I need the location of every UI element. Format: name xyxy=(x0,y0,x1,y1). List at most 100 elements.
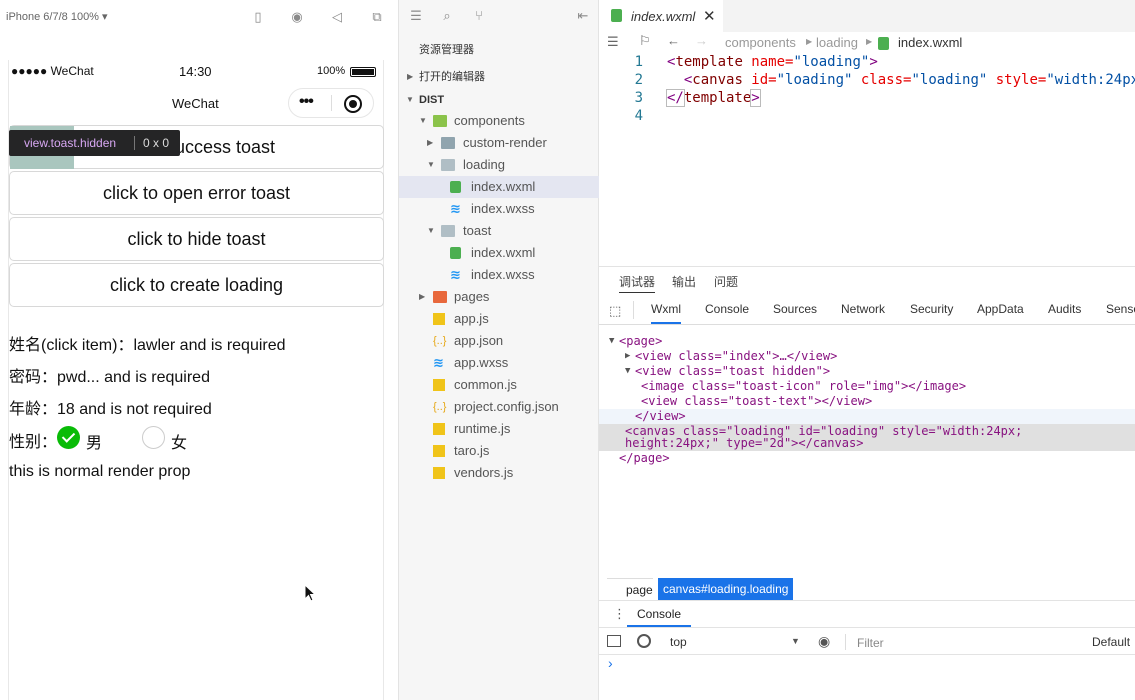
tab-network[interactable]: Network xyxy=(841,302,885,316)
breadcrumb-canvas[interactable]: canvas#loading.loading xyxy=(658,578,794,600)
wxml-file-icon xyxy=(878,37,889,50)
code-editor[interactable]: 1 2 3 4 <template name="loading"> <canva… xyxy=(599,54,1135,266)
breadcrumb-page[interactable]: page xyxy=(607,578,653,600)
status-bar: ●●●●● WeChat 14:30 100% xyxy=(9,64,385,80)
open-editors-section[interactable]: ▶ 打开的编辑器 xyxy=(399,66,599,88)
js-file-icon xyxy=(433,379,445,391)
sound-icon[interactable]: ◁ xyxy=(329,9,345,25)
phone-icon[interactable]: ▯ xyxy=(250,9,266,25)
tree-item[interactable]: ▶ pages xyxy=(399,286,599,308)
branch-icon[interactable]: ⑂ xyxy=(471,8,487,24)
breadcrumb-components[interactable]: components xyxy=(725,35,796,50)
xml-canvas-line2[interactable]: height:24px;" type="2d"></canvas> xyxy=(625,437,863,450)
tree-item[interactable]: runtime.js xyxy=(399,418,599,440)
tab-console[interactable]: Console xyxy=(705,302,749,316)
xml-toast-view[interactable]: <view class="toast hidden"> xyxy=(635,365,830,378)
tab-security[interactable]: Security xyxy=(910,302,953,316)
tab-index-wxml[interactable]: index.wxml ✕ xyxy=(599,0,723,32)
device-selector[interactable]: iPhone 6/7/8 100% ▾ xyxy=(6,10,108,23)
expand-arrow-icon[interactable]: ▼ xyxy=(625,365,630,378)
close-mini-program-icon[interactable] xyxy=(344,95,362,113)
tree-item[interactable]: taro.js xyxy=(399,440,599,462)
tree-item[interactable]: ≋ index.wxss xyxy=(399,264,599,286)
breadcrumb-file[interactable]: index.wxml xyxy=(898,35,962,50)
drawer-menu-icon[interactable]: ⋮ xyxy=(613,606,626,622)
tree-item[interactable]: index.wxml xyxy=(399,242,599,264)
tab-wxml[interactable]: Wxml xyxy=(651,302,681,324)
tab-problems[interactable]: 问题 xyxy=(714,273,738,290)
tab-appdata[interactable]: AppData xyxy=(977,302,1024,316)
inspect-icon[interactable]: ⬚ xyxy=(609,303,621,319)
more-icon[interactable]: ••• xyxy=(299,93,314,111)
tree-item-label: index.wxml xyxy=(471,245,536,260)
breadcrumb-loading[interactable]: loading xyxy=(816,35,858,50)
age-field[interactable]: 年龄：18 and is not required xyxy=(9,395,212,419)
eye-icon[interactable]: ◉ xyxy=(818,633,830,650)
folder-icon xyxy=(433,291,447,303)
tab-sources[interactable]: Sources xyxy=(773,302,817,316)
list-icon[interactable]: ☰ xyxy=(408,8,424,24)
editor-breadcrumb: ☰ ⚐ ← → components ▶ loading ▶ index.wxm… xyxy=(599,32,1135,54)
gender-male-label: 男 xyxy=(86,435,103,452)
tree-item[interactable]: app.js xyxy=(399,308,599,330)
sidebar-toggle-icon[interactable] xyxy=(607,635,621,647)
tree-item-label: custom-render xyxy=(463,135,547,150)
dist-section[interactable]: ▼ DIST xyxy=(399,89,599,111)
collapse-panel-icon[interactable]: ⇤ xyxy=(575,8,591,24)
gender-male-radio[interactable] xyxy=(57,426,80,449)
context-select[interactable]: top xyxy=(670,635,687,649)
forward-arrow-icon[interactable]: → xyxy=(695,33,708,48)
signal-text: ●●●●● WeChat xyxy=(11,64,94,78)
expand-arrow-icon[interactable]: ▼ xyxy=(609,335,614,348)
close-icon[interactable]: ✕ xyxy=(703,7,716,25)
tab-audits[interactable]: Audits xyxy=(1048,302,1081,316)
capsule-divider xyxy=(331,95,332,111)
tree-item[interactable]: ▼ components xyxy=(399,110,599,132)
tree-item-label: index.wxml xyxy=(471,179,536,194)
xml-image[interactable]: <image class="toast-icon" role="img"></i… xyxy=(641,380,966,393)
tree-item-label: index.wxss xyxy=(471,267,535,282)
tab-output[interactable]: 输出 xyxy=(672,273,696,290)
open-error-toast-button[interactable]: click to open error toast xyxy=(9,171,384,215)
tab-sensor[interactable]: Sensor xyxy=(1106,302,1135,316)
gender-female-radio[interactable] xyxy=(142,426,165,449)
clear-console-icon[interactable] xyxy=(637,634,651,648)
tree-item[interactable]: ▼ toast xyxy=(399,220,599,242)
chevron-down-icon[interactable]: ▼ xyxy=(791,636,800,646)
xml-toast-text[interactable]: <view class="toast-text"></view> xyxy=(641,395,872,408)
tab-debugger[interactable]: 调试器 xyxy=(619,273,656,293)
name-field[interactable]: 姓名(click item)：lawler and is required xyxy=(9,331,286,355)
js-file-icon xyxy=(433,313,445,325)
xml-index-view[interactable]: <view class="index">…</view> xyxy=(635,350,837,363)
tree-item[interactable]: ▼ loading xyxy=(399,154,599,176)
tree-item[interactable]: {..} project.config.json xyxy=(399,396,599,418)
json-file-icon: {..} xyxy=(433,335,447,347)
collapse-arrow-icon[interactable]: ▶ xyxy=(625,350,630,363)
tree-item[interactable]: ≋ app.wxss xyxy=(399,352,599,374)
chevron-down-icon: ▼ xyxy=(427,160,435,169)
xml-page-close[interactable]: </page> xyxy=(619,452,670,465)
wxss-file-icon: ≋ xyxy=(433,355,444,370)
popout-icon[interactable]: ⧉ xyxy=(369,9,385,25)
tree-item[interactable]: vendors.js xyxy=(399,462,599,484)
hide-toast-button[interactable]: click to hide toast xyxy=(9,217,384,261)
bookmark-icon[interactable]: ⚐ xyxy=(639,33,651,49)
tree-item[interactable]: index.wxml xyxy=(399,176,599,198)
xml-page-open[interactable]: <page> xyxy=(619,335,662,348)
filter-input[interactable]: Filter xyxy=(857,636,884,650)
chevron-down-icon: ▼ xyxy=(427,226,435,235)
tree-item[interactable]: common.js xyxy=(399,374,599,396)
password-field[interactable]: 密码：pwd... and is required xyxy=(9,363,210,387)
console-prompt[interactable]: › xyxy=(608,655,613,671)
xml-view-close[interactable]: </view> xyxy=(635,410,686,423)
back-arrow-icon[interactable]: ← xyxy=(667,33,680,48)
record-icon[interactable]: ◉ xyxy=(289,9,305,25)
search-icon[interactable]: ⌕ xyxy=(439,8,455,24)
tree-item[interactable]: ▶ custom-render xyxy=(399,132,599,154)
tree-item[interactable]: {..} app.json xyxy=(399,330,599,352)
tree-item[interactable]: ≋ index.wxss xyxy=(399,198,599,220)
drawer-console-tab[interactable]: Console xyxy=(627,601,692,627)
log-levels-select[interactable]: Default xyxy=(1092,635,1130,649)
outline-icon[interactable]: ☰ xyxy=(607,34,619,50)
create-loading-button[interactable]: click to create loading xyxy=(9,263,384,307)
